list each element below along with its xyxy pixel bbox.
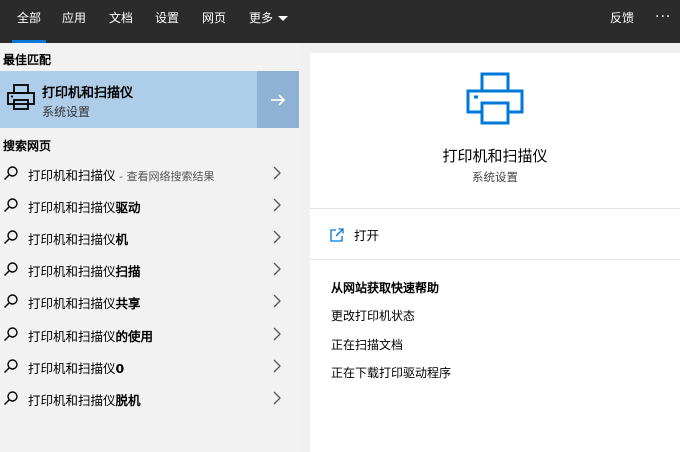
arrow-right-icon xyxy=(271,93,286,106)
chevron-right-icon xyxy=(273,198,281,212)
search-icon xyxy=(4,327,18,341)
web-suggestion-text: 打印机和扫描仪驱动 xyxy=(28,200,141,215)
web-suggestion[interactable]: 打印机和扫描仪0 xyxy=(0,350,299,382)
results-pane: 最佳匹配 打印机和扫描仪 系统设置 搜索网页 打印机和扫描仪 - 查看网络搜索结… xyxy=(0,43,300,452)
tab-more[interactable]: 更多 xyxy=(247,0,290,43)
web-suggestion-text: 打印机和扫描仪扫描 xyxy=(28,264,141,279)
web-suggestion[interactable]: 打印机和扫描仪机 xyxy=(0,221,299,253)
help-link[interactable]: 更改打印机状态 xyxy=(331,307,415,324)
tab-web[interactable]: 网页 xyxy=(200,0,228,43)
web-search-header: 搜索网页 xyxy=(3,139,52,153)
help-header: 从网站获取快速帮助 xyxy=(331,281,440,295)
web-suggestion[interactable]: 打印机和扫描仪 - 查看网络搜索结果 xyxy=(0,157,299,189)
top-bar: 全部 应用 文档 设置 网页 更多 反馈 ··· xyxy=(0,0,680,43)
web-suggestion-text: 打印机和扫描仪的使用 xyxy=(28,329,154,344)
web-suggestion-text: 打印机和扫描仪 - 查看网络搜索结果 xyxy=(28,168,215,183)
help-link[interactable]: 正在下载打印驱动程序 xyxy=(331,364,451,381)
printer-icon xyxy=(7,84,35,110)
tab-settings[interactable]: 设置 xyxy=(153,0,181,43)
best-match-subtitle: 系统设置 xyxy=(42,105,91,119)
search-icon xyxy=(4,230,18,244)
best-match-open[interactable]: 打印机和扫描仪 系统设置 xyxy=(0,71,256,128)
web-suggestion-text: 打印机和扫描仪脱机 xyxy=(28,393,141,408)
open-label: 打开 xyxy=(354,228,380,243)
web-suggestion[interactable]: 打印机和扫描仪脱机 xyxy=(0,382,299,414)
tab-apps[interactable]: 应用 xyxy=(60,0,88,43)
web-suggestion[interactable]: 打印机和扫描仪共享 xyxy=(0,285,299,317)
detail-subtitle: 系统设置 xyxy=(472,170,518,184)
chevron-right-icon xyxy=(273,391,281,405)
search-icon xyxy=(4,359,18,373)
divider xyxy=(310,208,680,209)
caret-down-icon xyxy=(278,16,289,21)
search-icon xyxy=(4,198,18,212)
tab-more-label: 更多 xyxy=(249,11,274,25)
help-link[interactable]: 正在扫描文档 xyxy=(331,336,403,353)
chevron-right-icon xyxy=(273,327,281,341)
feedback-button[interactable]: 反馈 xyxy=(610,0,634,36)
web-suggestion-text: 打印机和扫描仪0 xyxy=(28,361,125,376)
more-options-icon[interactable]: ··· xyxy=(655,0,671,34)
best-match-item: 打印机和扫描仪 系统设置 xyxy=(0,71,299,128)
best-match-expand-button[interactable] xyxy=(257,71,299,128)
web-suggestion-text: 打印机和扫描仪共享 xyxy=(28,296,141,311)
tab-all[interactable]: 全部 xyxy=(12,0,47,43)
search-icon xyxy=(4,262,18,276)
search-icon xyxy=(4,391,18,405)
printer-icon xyxy=(466,72,524,125)
best-match-title: 打印机和扫描仪 xyxy=(42,86,134,101)
chevron-right-icon xyxy=(273,166,281,180)
web-suggestion-text: 打印机和扫描仪机 xyxy=(28,232,129,247)
web-suggestion[interactable]: 打印机和扫描仪扫描 xyxy=(0,253,299,285)
web-suggestion[interactable]: 打印机和扫描仪的使用 xyxy=(0,318,299,350)
open-external-icon xyxy=(330,227,344,242)
chevron-right-icon xyxy=(273,262,281,276)
open-button[interactable]: 打开 xyxy=(330,225,379,244)
chevron-right-icon xyxy=(273,230,281,244)
search-icon xyxy=(4,166,18,180)
detail-pane: 打印机和扫描仪 系统设置 打开 从网站获取快速帮助 更改打印机状态 正在扫描文档… xyxy=(310,53,680,452)
divider xyxy=(310,259,680,260)
best-match-header: 最佳匹配 xyxy=(3,53,52,67)
detail-title: 打印机和扫描仪 xyxy=(442,147,548,165)
tab-documents[interactable]: 文档 xyxy=(107,0,135,43)
chevron-right-icon xyxy=(273,294,281,308)
chevron-right-icon xyxy=(273,359,281,373)
web-suggestion[interactable]: 打印机和扫描仪驱动 xyxy=(0,189,299,221)
search-icon xyxy=(4,294,18,308)
